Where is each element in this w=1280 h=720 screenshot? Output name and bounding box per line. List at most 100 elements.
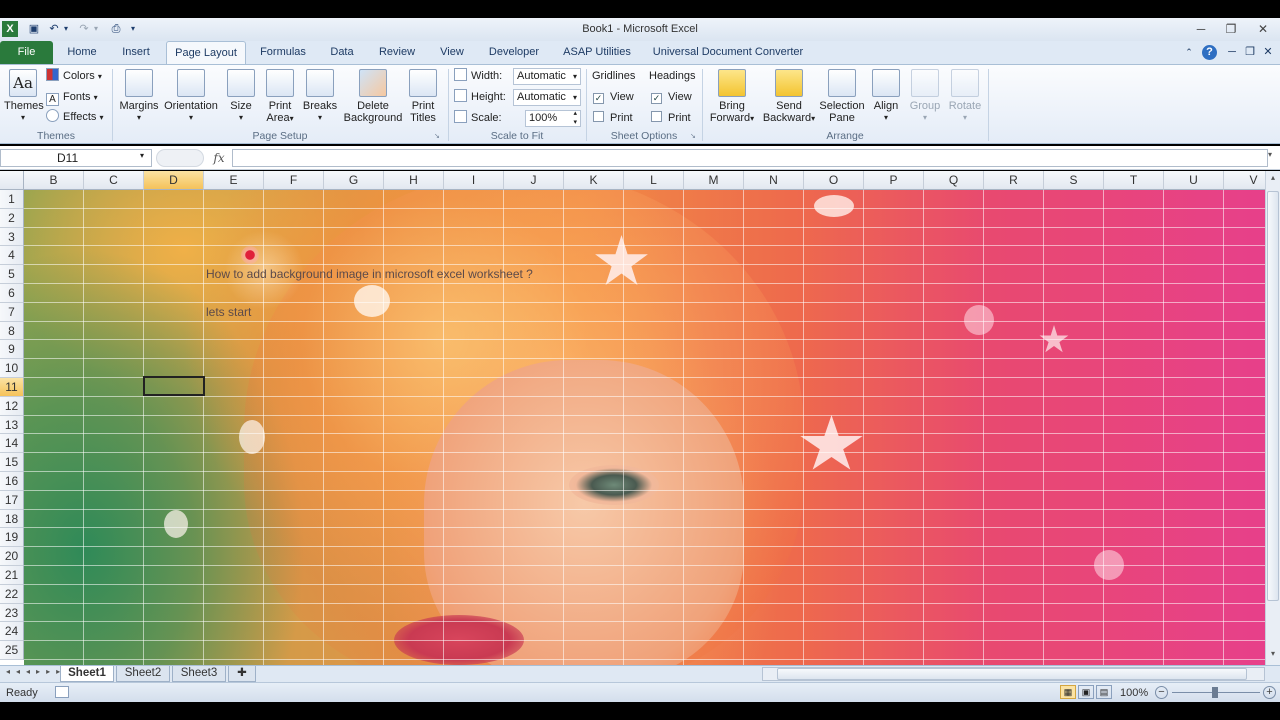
- column-header-G[interactable]: G: [324, 171, 384, 190]
- themes-button[interactable]: Aa Themes ▾: [4, 69, 44, 124]
- bring-forward-button[interactable]: Bring Forward▾: [706, 69, 758, 125]
- size-button[interactable]: Size ▾: [224, 69, 258, 124]
- zoom-in-icon[interactable]: +: [1263, 686, 1276, 699]
- row-header-2[interactable]: 2: [0, 208, 24, 228]
- row-header-24[interactable]: 24: [0, 622, 24, 642]
- sheet-tab-sheet1[interactable]: Sheet1: [60, 666, 114, 682]
- row-header-21[interactable]: 21: [0, 566, 24, 585]
- gridlines-print-checkbox[interactable]: Print: [593, 109, 633, 127]
- print-preview-icon[interactable]: ⎙: [108, 21, 124, 37]
- column-header-P[interactable]: P: [864, 171, 924, 190]
- row-header-6[interactable]: 6: [0, 284, 24, 303]
- expand-formula-bar-icon[interactable]: ▾: [1268, 150, 1272, 159]
- redo-icon[interactable]: ↷: [76, 21, 92, 37]
- row-header-10[interactable]: 10: [0, 359, 24, 378]
- delete-background-button[interactable]: Delete Background: [342, 69, 404, 124]
- redo-dropdown-icon[interactable]: ▾: [92, 21, 100, 37]
- scroll-down-icon[interactable]: ▾: [1267, 649, 1279, 661]
- insert-function-icon[interactable]: fx: [208, 149, 230, 167]
- row-header-15[interactable]: 15: [0, 453, 24, 472]
- row-header-17[interactable]: 17: [0, 490, 24, 510]
- headings-view-checkbox[interactable]: ✓ View: [651, 88, 692, 106]
- workbook-restore-icon[interactable]: ❐: [1244, 41, 1256, 64]
- orientation-button[interactable]: Orientation ▾: [162, 69, 220, 124]
- row-header-11[interactable]: 11: [0, 378, 24, 397]
- column-header-O[interactable]: O: [804, 171, 864, 190]
- row-header-22[interactable]: 22: [0, 584, 24, 604]
- zoom-out-icon[interactable]: −: [1155, 686, 1168, 699]
- print-titles-button[interactable]: Print Titles: [406, 69, 440, 124]
- row-header-4[interactable]: 4: [0, 246, 24, 266]
- column-header-M[interactable]: M: [684, 171, 744, 190]
- row-header-23[interactable]: 23: [0, 603, 24, 623]
- tab-data[interactable]: Data: [322, 41, 362, 64]
- breaks-button[interactable]: Breaks ▾: [302, 69, 338, 124]
- row-header-25[interactable]: 25: [0, 641, 24, 660]
- column-header-U[interactable]: U: [1164, 171, 1224, 190]
- align-button[interactable]: Align ▾: [870, 69, 902, 124]
- restore-button[interactable]: ❐: [1220, 20, 1242, 38]
- vertical-scroll-thumb[interactable]: [1267, 191, 1279, 601]
- sheet-tab-sheet2[interactable]: Sheet2: [116, 666, 170, 682]
- column-header-T[interactable]: T: [1104, 171, 1164, 190]
- row-header-20[interactable]: 20: [0, 547, 24, 566]
- row-header-3[interactable]: 3: [0, 227, 24, 247]
- formula-input[interactable]: [232, 149, 1268, 167]
- tab-insert[interactable]: Insert: [112, 41, 160, 64]
- effects-button[interactable]: Effects ▾: [46, 108, 104, 126]
- tab-formulas[interactable]: Formulas: [252, 41, 314, 64]
- gridlines-view-checkbox[interactable]: ✓ View: [593, 88, 634, 106]
- fonts-button[interactable]: A Fonts ▾: [46, 88, 98, 106]
- send-backward-button[interactable]: Send Backward▾: [760, 69, 818, 125]
- selection-pane-button[interactable]: Selection Pane: [818, 69, 866, 124]
- group-button[interactable]: Group ▾: [906, 69, 944, 124]
- zoom-level[interactable]: 100%: [1120, 685, 1148, 701]
- cell-E5[interactable]: How to add background image in microsoft…: [206, 267, 533, 281]
- column-header-V[interactable]: V: [1224, 171, 1265, 190]
- cell-E7[interactable]: lets start: [206, 305, 251, 319]
- column-header-J[interactable]: J: [504, 171, 564, 190]
- width-select[interactable]: Automatic ▾: [513, 68, 581, 85]
- horizontal-scroll-thumb[interactable]: [777, 668, 1247, 680]
- horizontal-scrollbar[interactable]: [762, 667, 1265, 681]
- row-header-14[interactable]: 14: [0, 434, 24, 454]
- sheet-navigation-icon[interactable]: ◂◂◂▸▸▸: [6, 667, 66, 676]
- scale-spinner[interactable]: 100% ▴ ▾: [525, 110, 581, 127]
- workbook-close-icon[interactable]: ✕: [1262, 41, 1274, 64]
- tab-view[interactable]: View: [432, 41, 472, 64]
- page-layout-view-icon[interactable]: ▣: [1078, 685, 1094, 699]
- customize-qat-icon[interactable]: ▾: [128, 21, 138, 37]
- row-header-8[interactable]: 8: [0, 321, 24, 341]
- tab-file[interactable]: File: [0, 41, 53, 64]
- select-all-button[interactable]: [0, 171, 24, 190]
- row-header-16[interactable]: 16: [0, 472, 24, 491]
- close-button[interactable]: ✕: [1252, 20, 1274, 38]
- column-header-B[interactable]: B: [24, 171, 84, 190]
- colors-button[interactable]: Colors ▾: [46, 67, 102, 85]
- page-setup-launcher-icon[interactable]: ↘: [434, 132, 442, 140]
- tab-review[interactable]: Review: [372, 41, 422, 64]
- column-header-I[interactable]: I: [444, 171, 504, 190]
- column-header-E[interactable]: E: [204, 171, 264, 190]
- tab-universal-document-converter[interactable]: Universal Document Converter: [648, 41, 808, 64]
- column-header-S[interactable]: S: [1044, 171, 1104, 190]
- normal-view-icon[interactable]: ▦: [1060, 685, 1076, 699]
- zoom-slider-thumb[interactable]: [1212, 687, 1218, 698]
- print-area-button[interactable]: Print Area▾: [262, 69, 298, 125]
- row-header-9[interactable]: 9: [0, 340, 24, 360]
- vertical-scrollbar[interactable]: ▴ ▾: [1265, 171, 1280, 665]
- tab-page-layout[interactable]: Page Layout: [166, 41, 246, 65]
- scroll-up-icon[interactable]: ▴: [1267, 173, 1279, 185]
- row-header-13[interactable]: 13: [0, 415, 24, 435]
- sheet-options-launcher-icon[interactable]: ↘: [690, 132, 698, 140]
- minimize-button[interactable]: ─: [1190, 20, 1212, 38]
- macro-record-icon[interactable]: [55, 686, 69, 698]
- column-header-H[interactable]: H: [384, 171, 444, 190]
- undo-dropdown-icon[interactable]: ▾: [62, 21, 70, 37]
- row-header-19[interactable]: 19: [0, 528, 24, 548]
- headings-print-checkbox[interactable]: Print: [651, 109, 691, 127]
- column-header-F[interactable]: F: [264, 171, 324, 190]
- tab-home[interactable]: Home: [58, 41, 106, 64]
- save-icon[interactable]: ▣: [26, 21, 42, 37]
- margins-button[interactable]: Margins ▾: [118, 69, 160, 124]
